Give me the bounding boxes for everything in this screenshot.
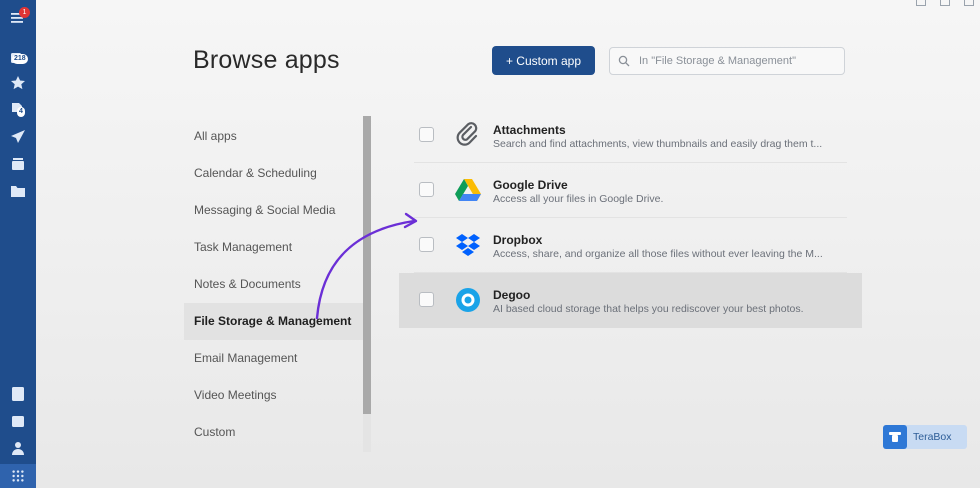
- terabox-logo-icon: [883, 425, 907, 449]
- browse-apps-panel: Browse apps + Custom app In "File Storag…: [36, 0, 980, 488]
- app-checkbox[interactable]: [419, 292, 434, 307]
- app-name: Google Drive: [493, 178, 568, 192]
- inbox-count-badge: 218: [12, 54, 28, 64]
- top-toolbar: [916, 0, 974, 6]
- menu-icon[interactable]: [0, 6, 36, 30]
- google-drive-icon: [454, 176, 482, 204]
- category-scrollbar[interactable]: [363, 116, 371, 414]
- category-messaging-social[interactable]: Messaging & Social Media: [184, 192, 364, 229]
- category-list: All apps Calendar & Scheduling Messaging…: [184, 118, 364, 451]
- documents-count-badge: 4: [17, 107, 25, 117]
- app-checkbox[interactable]: [419, 237, 434, 252]
- apps-grid-icon[interactable]: [0, 464, 36, 488]
- app-row-dropbox[interactable]: Dropbox Access, share, and organize all …: [414, 218, 847, 273]
- archive-icon[interactable]: [0, 152, 36, 176]
- notes-icon[interactable]: [0, 382, 36, 406]
- category-video-meetings[interactable]: Video Meetings: [184, 377, 364, 414]
- terabox-label: TeraBox: [913, 431, 952, 443]
- category-file-storage[interactable]: File Storage & Management: [184, 303, 364, 340]
- paperclip-icon: [454, 121, 482, 149]
- category-all-apps[interactable]: All apps: [184, 118, 364, 155]
- star-icon[interactable]: [0, 71, 36, 95]
- search-icon: [618, 55, 630, 67]
- app-checkbox[interactable]: [419, 182, 434, 197]
- send-icon[interactable]: [0, 125, 36, 149]
- add-folder-icon[interactable]: [0, 179, 36, 203]
- app-description: Search and find attachments, view thumbn…: [493, 138, 823, 150]
- app-row-degoo[interactable]: Degoo AI based cloud storage that helps …: [399, 273, 862, 328]
- mobile-icon[interactable]: [964, 0, 974, 6]
- app-description: AI based cloud storage that helps you re…: [493, 303, 804, 315]
- dropbox-icon: [454, 231, 482, 259]
- degoo-icon: [454, 286, 482, 314]
- left-rail: 1 218 4: [0, 0, 36, 488]
- category-task-management[interactable]: Task Management: [184, 229, 364, 266]
- app-description: Access all your files in Google Drive.: [493, 193, 664, 205]
- app-list: Attachments Search and find attachments,…: [399, 108, 862, 328]
- search-placeholder: In "File Storage & Management": [639, 55, 797, 67]
- window-icon[interactable]: [940, 0, 950, 6]
- check-all-icon[interactable]: [916, 0, 926, 6]
- app-description: Access, share, and organize all those fi…: [493, 248, 823, 260]
- app-name: Degoo: [493, 288, 531, 302]
- app-row-attachments[interactable]: Attachments Search and find attachments,…: [414, 108, 847, 163]
- page-title: Browse apps: [193, 46, 340, 74]
- category-custom[interactable]: Custom: [184, 414, 364, 451]
- app-checkbox[interactable]: [419, 127, 434, 142]
- app-name: Dropbox: [493, 233, 543, 247]
- terabox-watermark: TeraBox: [883, 425, 967, 449]
- search-input[interactable]: In "File Storage & Management": [609, 47, 845, 75]
- menu-notification-badge: 1: [19, 7, 30, 18]
- app-name: Attachments: [493, 123, 566, 137]
- calendar-icon[interactable]: [0, 409, 36, 433]
- custom-app-button[interactable]: + Custom app: [492, 46, 595, 75]
- app-row-google-drive[interactable]: Google Drive Access all your files in Go…: [414, 163, 847, 218]
- category-notes-documents[interactable]: Notes & Documents: [184, 266, 364, 303]
- category-email-management[interactable]: Email Management: [184, 340, 364, 377]
- contacts-icon[interactable]: [0, 436, 36, 460]
- category-calendar-scheduling[interactable]: Calendar & Scheduling: [184, 155, 364, 192]
